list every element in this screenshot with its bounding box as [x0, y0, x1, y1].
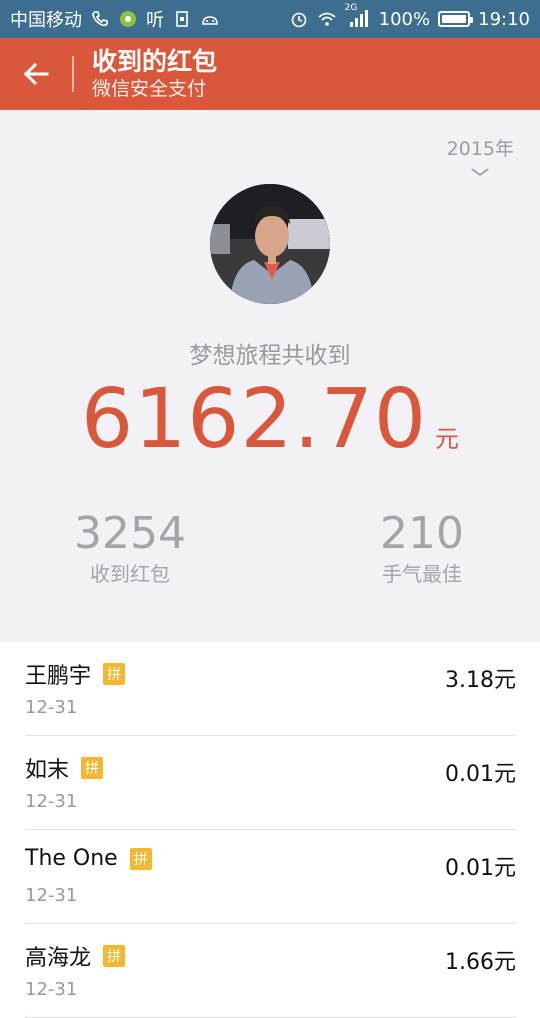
avatar[interactable]: [210, 184, 330, 304]
group-lucky-badge: 拼: [103, 663, 126, 685]
page-subtitle: 微信安全支付: [92, 78, 207, 100]
carrier-label: 中国移动: [10, 10, 82, 31]
avatar-photo: [210, 184, 330, 304]
list-item[interactable]: 王鹏宇 拼 12-31 3.18元: [25, 642, 516, 736]
item-amount: 1.66元: [445, 950, 516, 975]
header-titles: 收到的红包 微信安全支付: [92, 47, 217, 101]
item-name-row: 王鹏宇 拼: [25, 658, 126, 690]
total-received-label: 梦想旅程共收到: [189, 343, 351, 369]
summary-panel: 2015年 梦想旅程共收到 6162.70 元 3254 收到红包 210 手气…: [0, 110, 540, 642]
total-amount-unit: 元: [435, 425, 460, 453]
battery-icon: [438, 11, 474, 27]
battery-percent: 100%: [378, 8, 431, 30]
total-amount: 6162.70: [80, 372, 428, 467]
year-selector[interactable]: 2015年: [447, 134, 514, 177]
item-amount: 0.01元: [445, 762, 516, 787]
status-bar: 中国移动 听 2G 100% 19:10: [0, 0, 540, 38]
list-item[interactable]: 高海龙 拼 12-31 1.66元: [25, 924, 516, 1018]
item-amount: 3.18元: [445, 668, 516, 693]
app-header: 收到的红包 微信安全支付: [0, 38, 540, 110]
status-right: 2G 100% 19:10: [289, 3, 530, 30]
network-type-label: 2G: [344, 3, 358, 13]
group-lucky-badge: 拼: [129, 847, 152, 870]
list-item[interactable]: The One 拼 12-31 0.01元: [25, 830, 516, 924]
best-luck-value: 210: [380, 508, 464, 559]
back-button[interactable]: [0, 38, 72, 110]
sim-icon: [172, 9, 192, 29]
app-notification-icon: [118, 9, 138, 29]
ting-label: 听: [146, 10, 164, 31]
item-date: 12-31: [25, 697, 78, 718]
received-count-label: 收到红包: [90, 562, 170, 586]
battery-fill: [442, 15, 467, 23]
received-count-stat: 3254 收到红包: [30, 508, 230, 588]
signal-icon: 2G: [345, 3, 371, 29]
chevron-down-icon: [471, 168, 489, 177]
sender-name: 高海龙: [25, 946, 92, 971]
page-title: 收到的红包: [92, 47, 218, 76]
best-luck-stat: 210 手气最佳: [322, 508, 522, 588]
item-date: 12-31: [25, 979, 78, 1000]
group-lucky-badge: 拼: [103, 945, 126, 967]
red-packet-list: 王鹏宇 拼 12-31 3.18元 如末 拼 12-31 0.01元 The O…: [0, 642, 540, 1018]
sender-name: The One: [25, 846, 118, 871]
item-name-row: 如末 拼: [25, 752, 104, 784]
list-item[interactable]: 如末 拼 12-31 0.01元: [25, 736, 516, 830]
android-icon: [200, 9, 220, 29]
wifi-icon: [317, 9, 337, 29]
sender-name: 如末: [25, 758, 70, 783]
year-label: 2015年: [446, 138, 514, 160]
clock: 19:10: [478, 8, 530, 30]
received-count-value: 3254: [74, 508, 186, 559]
alarm-icon: [289, 9, 309, 29]
sender-name: 王鹏宇: [25, 664, 92, 689]
total-amount-row: 6162.70 元: [0, 372, 540, 468]
item-amount: 0.01元: [445, 856, 516, 881]
item-date: 12-31: [25, 791, 78, 812]
status-left: 中国移动 听: [10, 6, 220, 32]
back-arrow-icon: [23, 62, 49, 86]
header-divider: [72, 56, 74, 92]
item-date: 12-31: [25, 885, 78, 906]
item-name-row: 高海龙 拼: [25, 940, 126, 972]
best-luck-label: 手气最佳: [382, 562, 462, 586]
group-lucky-badge: 拼: [81, 757, 104, 779]
call-icon: [90, 9, 110, 29]
item-name-row: The One 拼: [25, 846, 152, 871]
